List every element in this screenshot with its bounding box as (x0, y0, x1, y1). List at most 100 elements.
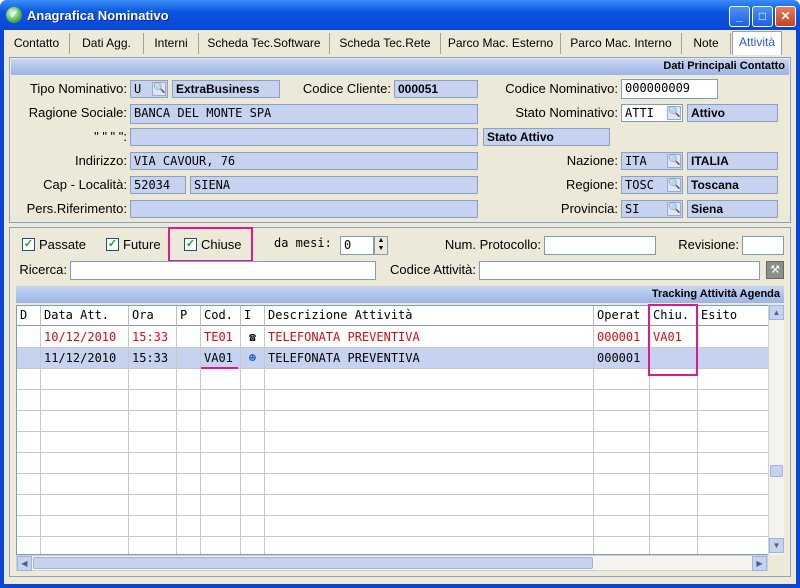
col-d[interactable]: D (17, 306, 41, 326)
cell-operat: 000001 (594, 348, 650, 369)
scroll-down-button[interactable]: ▼ (769, 538, 784, 553)
codice-attivita-field[interactable] (479, 261, 760, 280)
indirizzo-label: Indirizzo: (74, 153, 127, 168)
num-protocollo-field[interactable] (544, 236, 656, 255)
future-checkbox[interactable]: ✓ (106, 238, 119, 251)
tab-interni[interactable]: Interni (144, 33, 199, 54)
ragione-sociale-field[interactable]: BANCA DEL MONTE SPA (130, 104, 478, 124)
pers-riferimento-field[interactable] (130, 200, 478, 218)
empty-cell (129, 432, 177, 453)
horizontal-scrollbar[interactable]: ◀ ▶ (16, 555, 768, 571)
empty-cell (241, 390, 265, 411)
codice-nominativo-field[interactable]: 000000009 (621, 79, 718, 99)
lookup-icon[interactable]: 🔍 (667, 202, 681, 216)
empty-cell (177, 516, 201, 537)
ditto-label: " " " ": (94, 129, 127, 144)
empty-cell (650, 432, 698, 453)
col-esito[interactable]: Esito (698, 306, 769, 326)
provincia-value: Siena (687, 200, 778, 218)
tab-note[interactable]: Note (682, 33, 731, 54)
tab-parco-mac-interno[interactable]: Parco Mac. Interno (561, 33, 682, 54)
empty-cell (17, 453, 41, 474)
empty-table-row[interactable] (17, 411, 769, 432)
tab-scheda-tec-software[interactable]: Scheda Tec.Software (199, 33, 330, 54)
empty-cell (265, 474, 594, 495)
indirizzo-field[interactable]: VIA CAVOUR, 76 (130, 152, 478, 170)
lookup-icon[interactable]: 🔍 (667, 154, 681, 168)
col-cod[interactable]: Cod. (201, 306, 241, 326)
empty-cell (241, 432, 265, 453)
col-i[interactable]: I (241, 306, 265, 326)
scroll-left-button[interactable]: ◀ (17, 556, 32, 571)
tab-attivita[interactable]: Attività (732, 31, 782, 55)
empty-cell (241, 495, 265, 516)
empty-table-row[interactable] (17, 516, 769, 537)
col-data-att[interactable]: Data Att. (41, 306, 129, 326)
tools-icon[interactable]: ⚒ (766, 261, 784, 279)
tab-parco-mac-esterno[interactable]: Parco Mac. Esterno (441, 33, 561, 54)
codice-cliente-label: Codice Cliente: (302, 81, 391, 96)
cell-d (17, 348, 41, 369)
ricerca-field[interactable] (70, 261, 376, 280)
stato-nominativo-value: Attivo (687, 104, 778, 122)
nazione-code[interactable]: ITA 🔍 (621, 152, 683, 170)
empty-cell (129, 537, 177, 554)
empty-table-row[interactable] (17, 453, 769, 474)
empty-cell (177, 453, 201, 474)
empty-cell (594, 390, 650, 411)
maximize-button[interactable]: □ (752, 6, 773, 27)
empty-cell (265, 432, 594, 453)
col-operat[interactable]: Operat (594, 306, 650, 326)
tipo-nominativo-code[interactable]: U 🔍 (130, 80, 168, 98)
regione-code[interactable]: TOSC 🔍 (621, 176, 683, 194)
empty-cell (17, 390, 41, 411)
vertical-scroll-thumb[interactable] (770, 465, 783, 477)
tab-dati-agg[interactable]: Dati Agg. (70, 33, 144, 54)
vertical-scrollbar[interactable]: ▲ ▼ (768, 305, 784, 555)
empty-cell (650, 474, 698, 495)
empty-cell (650, 495, 698, 516)
lookup-icon[interactable]: 🔍 (667, 106, 681, 120)
empty-cell (41, 474, 129, 495)
empty-cell (17, 516, 41, 537)
chiuse-checkbox[interactable]: ✓ (184, 238, 197, 251)
empty-table-row[interactable] (17, 474, 769, 495)
provincia-code[interactable]: SI 🔍 (621, 200, 683, 218)
empty-cell (17, 495, 41, 516)
cell-p (177, 327, 201, 348)
cell-p (177, 348, 201, 369)
tab-contatto[interactable]: Contatto (4, 33, 70, 54)
stato-nominativo-label: Stato Nominativo: (515, 105, 618, 120)
empty-table-row[interactable] (17, 495, 769, 516)
stato-nominativo-code[interactable]: ATTI 🔍 (621, 104, 683, 122)
da-mesi-spinner[interactable]: ▲ ▼ (374, 236, 388, 255)
col-ora[interactable]: Ora (129, 306, 177, 326)
ditto-field[interactable] (130, 128, 478, 146)
empty-cell (265, 516, 594, 537)
empty-table-row[interactable] (17, 432, 769, 453)
empty-table-row[interactable] (17, 390, 769, 411)
empty-cell (594, 453, 650, 474)
revisione-field[interactable] (742, 236, 784, 255)
tab-scheda-tec-rete[interactable]: Scheda Tec.Rete (330, 33, 441, 54)
contact-header: Dati Principali Contatto (11, 59, 789, 75)
minimize-button[interactable]: _ (729, 6, 750, 27)
col-descrizione[interactable]: Descrizione Attività (265, 306, 594, 326)
title-bar[interactable]: ✓ Anagrafica Nominativo _ □ ✕ (0, 0, 800, 30)
localita-field[interactable]: SIENA (190, 176, 478, 194)
col-p[interactable]: P (177, 306, 201, 326)
lookup-icon[interactable]: 🔍 (667, 178, 681, 192)
grid-header: Tracking Attività Agenda (16, 286, 784, 303)
empty-cell (201, 495, 241, 516)
scroll-up-button[interactable]: ▲ (769, 305, 784, 320)
lookup-icon[interactable]: 🔍 (152, 82, 166, 96)
passate-checkbox[interactable]: ✓ (22, 238, 35, 251)
horizontal-scroll-thumb[interactable] (33, 557, 593, 569)
cap-field[interactable]: 52034 (130, 176, 186, 194)
empty-cell (201, 411, 241, 432)
da-mesi-field[interactable]: 0 (340, 236, 374, 255)
empty-cell (594, 516, 650, 537)
empty-table-row[interactable] (17, 537, 769, 554)
close-button[interactable]: ✕ (775, 6, 796, 27)
scroll-right-button[interactable]: ▶ (752, 556, 767, 571)
